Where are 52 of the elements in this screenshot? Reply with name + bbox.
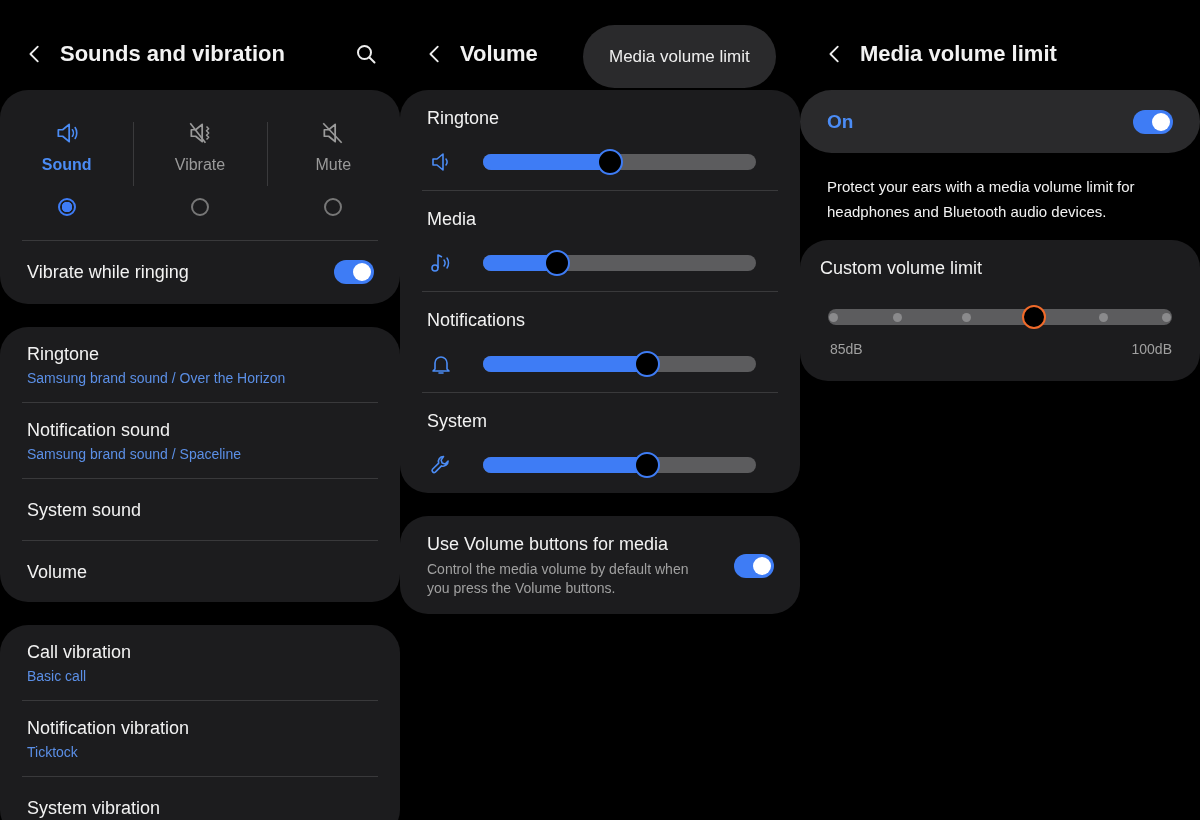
step-mark <box>1099 313 1109 322</box>
mode-option[interactable]: Mute <box>266 120 400 216</box>
min-label: 85dB <box>830 341 863 357</box>
switch-label: On <box>827 110 854 133</box>
setting-item[interactable]: Notification sound <box>27 420 373 441</box>
max-label: 100dB <box>1131 341 1172 357</box>
description-text: Protect your ears with a media volume limit for headphones and Bluetooth audio devices. <box>826 177 1136 222</box>
slider-thumb[interactable] <box>543 250 570 276</box>
radio-button[interactable] <box>57 198 76 216</box>
setting-value: Samsung brand sound / Over the Horizon <box>27 370 287 386</box>
screen-title: Sounds and vibration <box>60 41 285 67</box>
volume-slider[interactable] <box>483 250 756 276</box>
slider-label: Media <box>427 209 478 230</box>
search-icon[interactable] <box>354 42 378 66</box>
setting-item[interactable]: System vibration <box>27 797 373 819</box>
screen-title: Media volume limit <box>860 41 1057 67</box>
slider-thumb[interactable] <box>633 452 660 478</box>
toggle-switch[interactable] <box>334 260 374 284</box>
volume-slider[interactable] <box>483 452 756 478</box>
volume-slider[interactable] <box>483 149 756 175</box>
slider-thumb[interactable] <box>1022 305 1047 329</box>
slider-label: Notifications <box>427 310 527 331</box>
mode-option[interactable]: Vibrate <box>133 120 267 216</box>
setting-item[interactable]: System sound <box>27 499 373 521</box>
setting-item[interactable]: Notification vibration <box>27 718 373 739</box>
tooltip: Media volume limit <box>583 25 776 88</box>
screen-title: Volume <box>460 41 538 67</box>
setting-item[interactable]: Volume <box>27 561 373 583</box>
slider-thumb[interactable] <box>596 149 623 175</box>
volume-limit-slider[interactable] <box>828 305 1172 329</box>
setting-item[interactable]: Call vibration <box>27 642 373 663</box>
radio-button[interactable] <box>191 198 209 216</box>
radio-button[interactable] <box>324 198 343 216</box>
setting-label: Use Volume buttons for media <box>427 534 670 555</box>
setting-item[interactable]: Ringtone <box>27 344 373 365</box>
toggle-switch[interactable] <box>1133 109 1173 134</box>
setting-label: Vibrate while ringing <box>27 261 189 283</box>
setting-value: Ticktock <box>27 744 79 760</box>
volume-slider[interactable] <box>483 351 756 377</box>
step-mark <box>1162 313 1171 322</box>
setting-description: Control the media volume by default when you press the Volume buttons. <box>427 560 690 598</box>
slider-label: System <box>427 411 488 432</box>
step-mark <box>829 313 838 322</box>
setting-value: Basic call <box>27 668 88 684</box>
toggle-switch[interactable] <box>734 554 774 578</box>
step-mark <box>892 313 902 322</box>
step-mark <box>961 313 971 322</box>
mode-option[interactable]: Sound <box>0 120 134 216</box>
setting-label: Custom volume limit <box>820 258 984 279</box>
slider-thumb[interactable] <box>633 351 660 377</box>
slider-label: Ringtone <box>427 108 501 129</box>
setting-value: Samsung brand sound / Spaceline <box>27 446 243 462</box>
